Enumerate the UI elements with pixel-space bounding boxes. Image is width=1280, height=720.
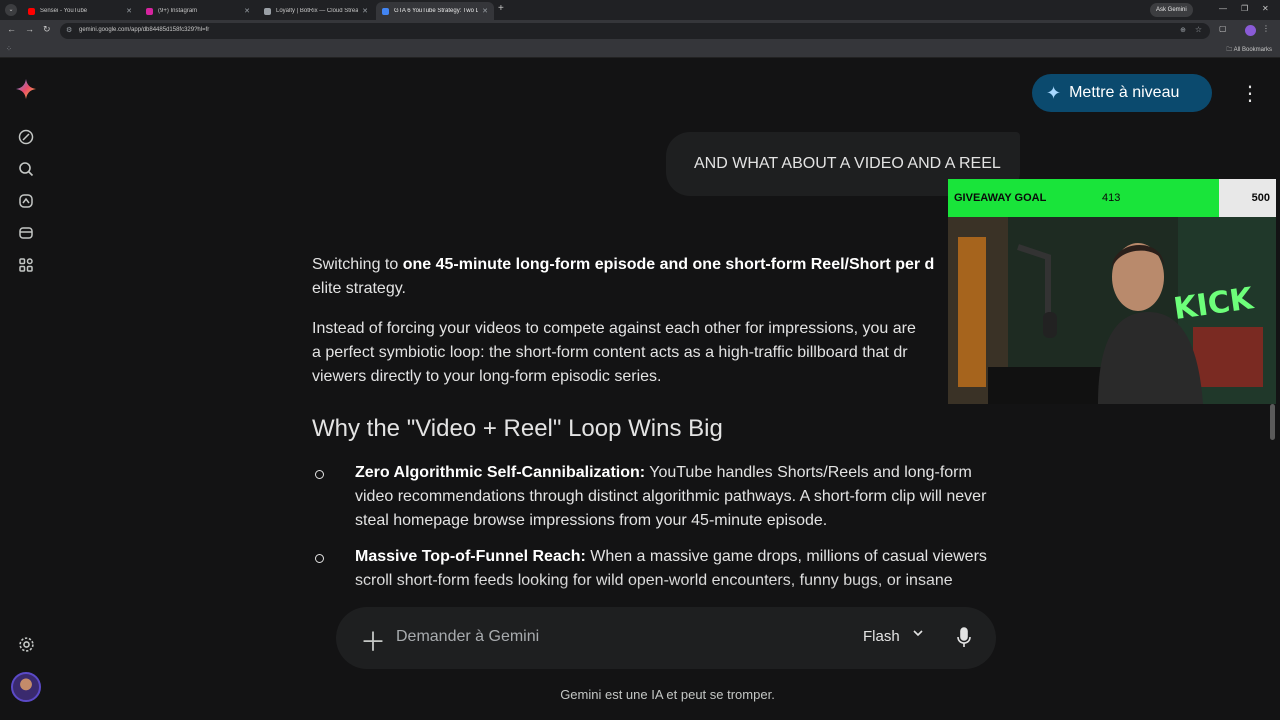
chevron-down-icon[interactable]	[912, 627, 924, 642]
apps-icon[interactable]	[16, 255, 36, 275]
close-icon[interactable]: ✕	[362, 7, 368, 15]
all-bookmarks-label: All Bookmarks	[1233, 47, 1272, 53]
close-window-icon[interactable]: ✕	[1262, 4, 1269, 13]
list-item: Zero Algorithmic Self-Cannibalization: Y…	[312, 461, 1002, 533]
scrollbar-thumb[interactable]	[1270, 404, 1275, 440]
prompt-input-bar[interactable]: ＋ Demander à Gemini Flash	[336, 607, 996, 669]
gemini-tab-icon	[382, 7, 389, 15]
paragraph-text: elite strategy.	[312, 280, 406, 297]
reload-icon[interactable]: ↻	[43, 24, 51, 35]
maximize-icon[interactable]: ❐	[1241, 4, 1248, 13]
close-icon[interactable]: ✕	[482, 7, 488, 15]
new-chat-icon[interactable]	[16, 127, 36, 147]
folder-icon: 🗀	[1226, 47, 1233, 53]
browser-tab[interactable]: (9+) Instagram ✕	[140, 2, 256, 20]
forward-icon[interactable]: →	[25, 24, 34, 34]
user-message-text: AND WHAT ABOUT A VIDEO AND A REEL	[694, 155, 1001, 172]
new-tab-button[interactable]: +	[498, 3, 504, 14]
gemini-logo-icon[interactable]	[16, 79, 36, 99]
browser-tab-active[interactable]: GTA 6 YouTube Strategy: Two L ✕	[376, 2, 494, 20]
minimize-icon[interactable]: —	[1219, 4, 1227, 13]
model-response: Switching to one 45-minute long-form epi…	[312, 253, 1002, 605]
ask-gemini-label: Ask Gemini	[1156, 7, 1187, 13]
zoom-icon[interactable]: ⊕	[1180, 26, 1186, 34]
add-attachment-icon[interactable]: ＋	[360, 622, 386, 659]
response-paragraph: Switching to one 45-minute long-form epi…	[312, 253, 1002, 301]
sidebar	[0, 59, 52, 720]
response-paragraph: Instead of forcing your videos to compet…	[312, 317, 1002, 389]
extensions-icon[interactable]: ▢	[1219, 24, 1227, 33]
gallery-icon[interactable]	[16, 191, 36, 211]
botrix-icon	[264, 7, 271, 15]
search-icon[interactable]	[16, 159, 36, 179]
microphone-icon[interactable]	[956, 627, 972, 649]
prompt-placeholder[interactable]: Demander à Gemini	[396, 628, 539, 646]
browser-menu-icon[interactable]: ⋮	[1262, 24, 1270, 33]
tab-title: GTA 6 YouTube Strategy: Two L	[394, 8, 479, 14]
paragraph-text: Switching to	[312, 256, 403, 273]
ask-gemini-button[interactable]: Ask Gemini	[1150, 3, 1193, 17]
tab-title: Sensei - YouTube	[40, 8, 88, 14]
goal-current: 413	[1102, 192, 1121, 204]
giveaway-goal-bar: GIVEAWAY GOAL 413 500	[948, 179, 1276, 217]
url-bar[interactable]: ⚙ gemini.google.com/app/db84485d158fc329…	[60, 23, 1210, 39]
settings-gear-icon[interactable]	[16, 634, 36, 654]
library-icon[interactable]	[16, 223, 36, 243]
webcam-overlay: KICK	[948, 217, 1276, 404]
all-bookmarks-link[interactable]: 🗀 All Bookmarks	[1226, 45, 1272, 55]
response-heading: Why the "Video + Reel" Loop Wins Big	[312, 415, 723, 442]
browser-tab-bar: ⌄ Sensei - YouTube ✕ (9+) Instagram ✕ Lo…	[0, 0, 1280, 20]
tab-search-button[interactable]: ⌄	[5, 4, 17, 16]
bullet-circle-icon	[315, 470, 324, 479]
bullet-circle-icon	[315, 554, 324, 563]
browser-tab[interactable]: Sensei - YouTube ✕	[22, 2, 138, 20]
paragraph-text: Instead of forcing your videos to compet…	[312, 320, 916, 337]
profile-icon[interactable]	[1245, 25, 1256, 36]
more-options-icon[interactable]: ⋮	[1240, 79, 1260, 107]
apps-grid-icon[interactable]: ⁘	[6, 45, 12, 53]
bookmark-star-icon[interactable]: ☆	[1195, 25, 1202, 34]
bullet-title: Zero Algorithmic Self-Cannibalization:	[355, 464, 646, 481]
goal-max: 500	[1251, 192, 1270, 204]
paragraph-bold-text: one 45-minute long-form episode and one …	[402, 256, 935, 273]
browser-tab[interactable]: Loyalty | BotRix — Cloud Stream ✕	[258, 2, 374, 20]
youtube-icon	[28, 7, 35, 15]
tab-title: (9+) Instagram	[158, 8, 198, 14]
paragraph-text: viewers directly to your long-form episo…	[312, 368, 662, 385]
bookmarks-bar: ⁘ 🗀 All Bookmarks	[0, 42, 1280, 58]
upgrade-label: Mettre à niveau	[1069, 84, 1180, 101]
close-icon[interactable]: ✕	[244, 7, 250, 15]
upgrade-button[interactable]: ✦ Mettre à niveau	[1032, 74, 1212, 112]
goal-label: GIVEAWAY GOAL	[954, 192, 1047, 204]
tab-title: Loyalty | BotRix — Cloud Stream	[276, 8, 359, 14]
bullet-title: Massive Top-of-Funnel Reach:	[355, 548, 586, 565]
disclaimer-text: Gemini est une IA et peut se tromper.	[560, 687, 775, 702]
back-icon[interactable]: ←	[7, 24, 16, 34]
close-icon[interactable]: ✕	[126, 7, 132, 15]
url-text: gemini.google.com/app/db84485d158fc329?h…	[79, 27, 210, 33]
paragraph-text: a perfect symbiotic loop: the short-form…	[312, 344, 908, 361]
instagram-icon	[146, 7, 153, 15]
model-selector-label[interactable]: Flash	[863, 628, 900, 645]
site-info-icon[interactable]: ⚙	[66, 26, 72, 34]
sparkle-icon: ✦	[1046, 82, 1062, 103]
address-bar-row: ← → ↻ ⚙ gemini.google.com/app/db84485d15…	[0, 20, 1280, 42]
